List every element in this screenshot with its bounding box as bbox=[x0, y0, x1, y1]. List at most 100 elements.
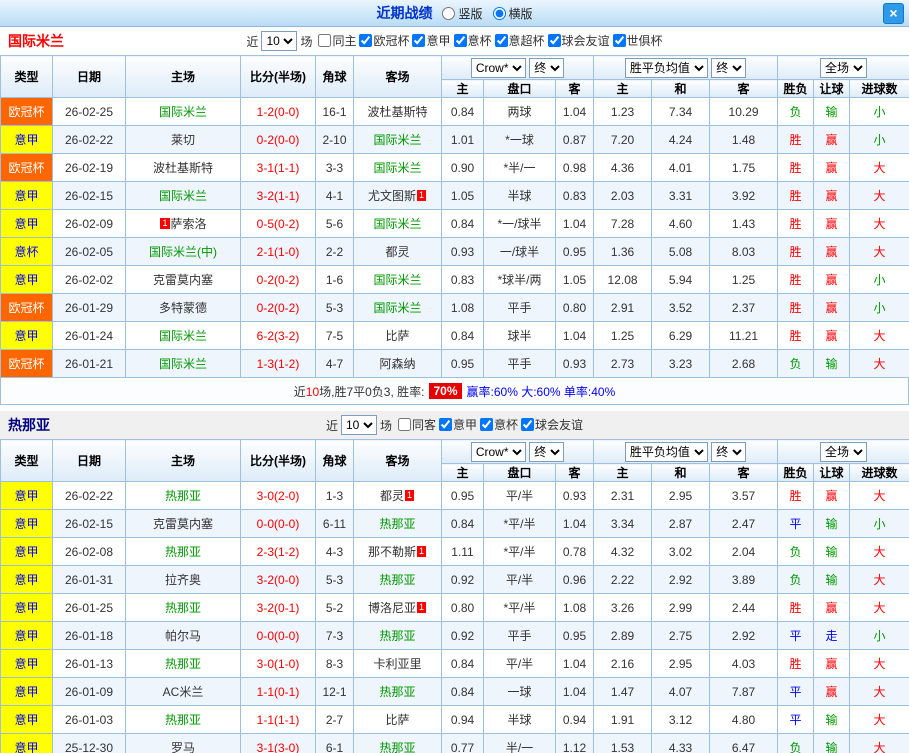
window-title: 近期战绩 bbox=[376, 3, 432, 23]
crow-select[interactable]: Crow* bbox=[471, 58, 526, 78]
match-count-select[interactable]: 10 bbox=[341, 415, 377, 435]
vertical-layout-radio[interactable] bbox=[442, 7, 455, 20]
filter-checkbox-意甲[interactable]: 意甲 bbox=[439, 416, 477, 433]
competition-type: 意甲 bbox=[1, 678, 53, 706]
filter-checkbox-意甲[interactable]: 意甲 bbox=[412, 32, 450, 49]
checkbox-input[interactable] bbox=[495, 34, 508, 47]
score-halftime: 3-0(2-0) bbox=[241, 482, 316, 510]
match-date: 26-02-15 bbox=[53, 510, 126, 538]
checkbox-label: 意杯 bbox=[468, 32, 492, 49]
goals-outcome: 大 bbox=[850, 182, 909, 210]
home-team-cell: 国际米兰 bbox=[126, 350, 241, 378]
handicap: 半球 bbox=[484, 706, 556, 734]
corner-count: 12-1 bbox=[316, 678, 354, 706]
asian-away-odds: 1.04 bbox=[556, 210, 594, 238]
asian-away-odds: 0.95 bbox=[556, 238, 594, 266]
competition-type: 欧冠杯 bbox=[1, 98, 53, 126]
corner-count: 7-3 bbox=[316, 622, 354, 650]
corner-count: 4-7 bbox=[316, 350, 354, 378]
home-team-cell: 热那亚 bbox=[126, 482, 241, 510]
checkbox-label: 同主 bbox=[332, 32, 356, 49]
filter-checkbox-同主[interactable]: 同主 bbox=[318, 32, 356, 49]
subcol-goals: 进球数 bbox=[850, 464, 909, 482]
header-row-groups: 类型 日期 主场 比分(半场) 角球 客场 Crow* 终 胜平负均值 终 bbox=[1, 56, 909, 80]
filter-checkbox-意超杯[interactable]: 意超杯 bbox=[495, 32, 545, 49]
match-date: 26-02-15 bbox=[53, 182, 126, 210]
final-select-asian[interactable]: 终 bbox=[529, 442, 564, 462]
asian-home-odds: 0.84 bbox=[442, 322, 484, 350]
layout-option-vertical[interactable]: 竖版 bbox=[442, 5, 482, 22]
checkbox-input[interactable] bbox=[359, 34, 372, 47]
checkbox-input[interactable] bbox=[548, 34, 561, 47]
close-button[interactable]: × bbox=[883, 3, 904, 24]
final-select-euro[interactable]: 终 bbox=[711, 442, 746, 462]
checkbox-input[interactable] bbox=[318, 34, 331, 47]
match-count-select[interactable]: 10 bbox=[261, 31, 297, 51]
team-name: AC米兰 bbox=[163, 685, 204, 699]
horizontal-layout-radio[interactable] bbox=[493, 7, 506, 20]
filter-checkbox-同客[interactable]: 同客 bbox=[398, 416, 436, 433]
asian-away-odds: 0.93 bbox=[556, 350, 594, 378]
wdl-average-select[interactable]: 胜平负均值 bbox=[625, 58, 708, 78]
checkbox-input[interactable] bbox=[480, 418, 493, 431]
asian-home-odds: 0.94 bbox=[442, 706, 484, 734]
fulltime-select[interactable]: 全场 bbox=[820, 442, 867, 462]
competition-type: 意甲 bbox=[1, 482, 53, 510]
asian-away-odds: 1.12 bbox=[556, 734, 594, 753]
handicap-outcome: 赢 bbox=[814, 650, 850, 678]
filter-checkbox-欧冠杯[interactable]: 欧冠杯 bbox=[359, 32, 409, 49]
result-outcome: 胜 bbox=[778, 238, 814, 266]
euro-lose-odds: 2.68 bbox=[710, 350, 778, 378]
final-select-euro[interactable]: 终 bbox=[711, 58, 746, 78]
checkbox-input[interactable] bbox=[613, 34, 626, 47]
asian-away-odds: 0.98 bbox=[556, 154, 594, 182]
filter-checkbox-世俱杯[interactable]: 世俱杯 bbox=[613, 32, 663, 49]
asian-away-odds: 0.94 bbox=[556, 706, 594, 734]
handicap-outcome: 赢 bbox=[814, 678, 850, 706]
score-halftime: 3-2(0-0) bbox=[241, 566, 316, 594]
asian-home-odds: 0.83 bbox=[442, 266, 484, 294]
subcol-handicap-result: 让球 bbox=[814, 464, 850, 482]
result-outcome: 胜 bbox=[778, 126, 814, 154]
away-team-cell: 国际米兰 bbox=[354, 266, 442, 294]
team-name: 热那亚 bbox=[165, 489, 201, 503]
layout-option-horizontal[interactable]: 横版 bbox=[493, 5, 533, 22]
asian-home-odds: 0.95 bbox=[442, 482, 484, 510]
checkbox-input[interactable] bbox=[521, 418, 534, 431]
col-corner: 角球 bbox=[316, 440, 354, 482]
wdl-average-select[interactable]: 胜平负均值 bbox=[625, 442, 708, 462]
final-select-asian[interactable]: 终 bbox=[529, 58, 564, 78]
team-title: 热那亚 bbox=[8, 415, 50, 435]
checkbox-input[interactable] bbox=[454, 34, 467, 47]
corner-count: 1-6 bbox=[316, 266, 354, 294]
euro-draw-odds: 6.29 bbox=[652, 322, 710, 350]
score-halftime: 1-1(1-1) bbox=[241, 706, 316, 734]
radio-label-vertical: 竖版 bbox=[458, 5, 482, 22]
euro-draw-odds: 4.07 bbox=[652, 678, 710, 706]
checkbox-input[interactable] bbox=[439, 418, 452, 431]
filter-checkbox-意杯[interactable]: 意杯 bbox=[454, 32, 492, 49]
score-halftime: 0-2(0-0) bbox=[241, 126, 316, 154]
euro-draw-odds: 5.08 bbox=[652, 238, 710, 266]
crow-select[interactable]: Crow* bbox=[471, 442, 526, 462]
red-card-badge: 1 bbox=[160, 218, 169, 229]
filter-near-label: 近 bbox=[246, 33, 258, 50]
fulltime-select[interactable]: 全场 bbox=[820, 58, 867, 78]
competition-type: 欧冠杯 bbox=[1, 294, 53, 322]
section-inter: 国际米兰 近 10 场 同主欧冠杯意甲意杯意超杯球会友谊世俱杯 类型 日期 主场… bbox=[0, 27, 909, 405]
match-row: 意甲26-01-09AC米兰1-1(0-1)12-1热那亚0.84一球1.041… bbox=[1, 678, 909, 706]
score-halftime: 0-0(0-0) bbox=[241, 510, 316, 538]
filter-checkbox-球会友谊[interactable]: 球会友谊 bbox=[521, 416, 583, 433]
asian-home-odds: 0.92 bbox=[442, 622, 484, 650]
filter-checkbox-球会友谊[interactable]: 球会友谊 bbox=[548, 32, 610, 49]
filter-checkbox-意杯[interactable]: 意杯 bbox=[480, 416, 518, 433]
euro-lose-odds: 1.25 bbox=[710, 266, 778, 294]
away-team-cell: 尤文图斯1 bbox=[354, 182, 442, 210]
checkbox-input[interactable] bbox=[398, 418, 411, 431]
corner-count: 5-3 bbox=[316, 294, 354, 322]
col-home: 主场 bbox=[126, 440, 241, 482]
summary-text: 近10场,胜7平0负3, 胜率: bbox=[294, 383, 425, 400]
checkbox-input[interactable] bbox=[412, 34, 425, 47]
euro-draw-odds: 7.34 bbox=[652, 98, 710, 126]
match-row: 意杯26-02-05国际米兰(中)2-1(1-0)2-2都灵0.93一/球半0.… bbox=[1, 238, 909, 266]
